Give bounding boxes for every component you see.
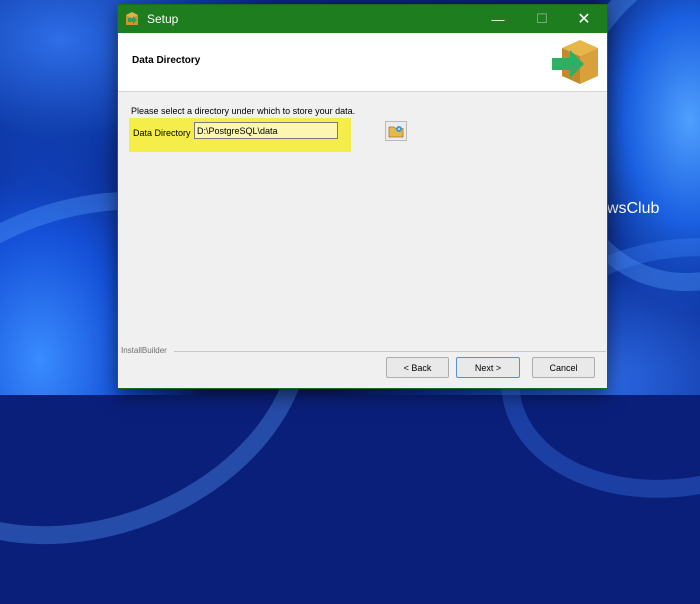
instruction-text: Please select a directory under which to…: [131, 106, 356, 116]
setup-dialog: Setup — ☐ ✕ Data Directory Please select…: [117, 4, 608, 389]
next-button[interactable]: Next >: [456, 357, 520, 378]
page-title: Data Directory: [132, 55, 201, 66]
installer-box-arrow-icon: [552, 40, 598, 84]
maximize-button[interactable]: ☐: [520, 5, 564, 33]
close-button[interactable]: ✕: [562, 5, 606, 33]
folder-browse-icon: [388, 126, 404, 138]
cancel-button[interactable]: Cancel: [532, 357, 595, 378]
installbuilder-label: InstallBuilder: [121, 346, 167, 355]
page-header: Data Directory: [118, 33, 607, 92]
data-directory-label: Data Directory: [133, 128, 191, 138]
app-setup-icon: [126, 12, 138, 25]
footer-divider: [174, 351, 606, 352]
data-directory-input[interactable]: [194, 122, 338, 139]
back-button[interactable]: < Back: [386, 357, 449, 378]
minimize-button[interactable]: —: [476, 5, 520, 33]
window-title: Setup: [147, 12, 179, 26]
title-bar[interactable]: Setup — ☐ ✕: [118, 5, 607, 33]
browse-folder-button[interactable]: [385, 121, 407, 141]
